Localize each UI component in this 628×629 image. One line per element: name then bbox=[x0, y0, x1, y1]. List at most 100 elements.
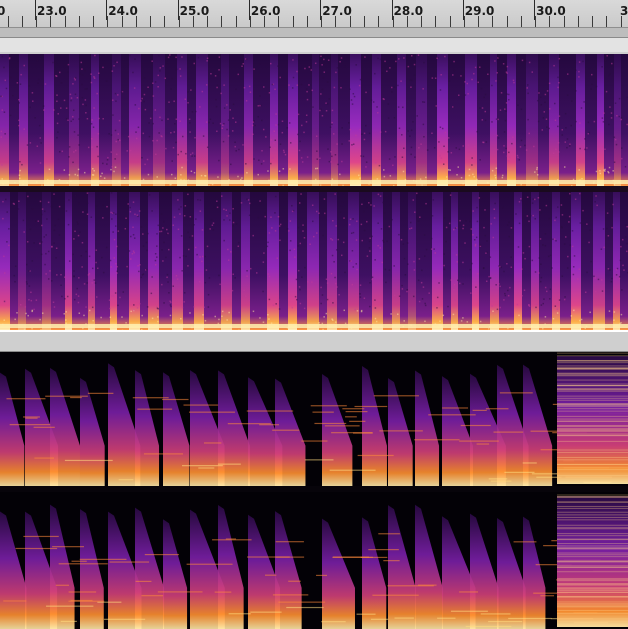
spectrogram-speckle bbox=[249, 267, 252, 270]
spectrogram-speckle bbox=[383, 98, 385, 101]
track-2-channel-left[interactable] bbox=[0, 352, 628, 486]
spectrogram-speckle bbox=[93, 279, 96, 281]
spectrogram-speckle bbox=[180, 206, 182, 208]
track-1-channel-left[interactable] bbox=[0, 54, 628, 186]
spectrogram-speckle bbox=[10, 197, 12, 199]
spectrogram-transient bbox=[0, 192, 10, 330]
track-2-channel-right[interactable] bbox=[0, 492, 628, 629]
spectrogram-speckle bbox=[221, 310, 224, 313]
spectrogram-speckle bbox=[291, 210, 294, 213]
spectrogram-speckle bbox=[68, 156, 70, 158]
spectrogram-speckle bbox=[554, 305, 557, 307]
spectrogram-harmonic bbox=[557, 601, 628, 603]
track-1-spectrogram[interactable] bbox=[0, 52, 628, 332]
spectrogram-speckle bbox=[237, 245, 240, 248]
spectrogram-speckle bbox=[32, 100, 34, 102]
timeline-ruler[interactable]: 0 3 23.0 24.0 25.0 26.0 27.0 28.0 29.0 30.0 bbox=[0, 0, 628, 28]
spectrogram-speckle bbox=[541, 129, 544, 131]
spectrogram-harmonic bbox=[557, 368, 628, 370]
spectrogram-speckle bbox=[432, 199, 435, 201]
spectrogram-speckle bbox=[567, 196, 570, 198]
spectrogram-speckle bbox=[445, 226, 448, 229]
spectrogram-speckle bbox=[133, 309, 135, 311]
spectrogram-speckle bbox=[462, 317, 464, 319]
spectrogram-speckle bbox=[253, 120, 255, 122]
spectrogram-speckle bbox=[612, 203, 614, 206]
spectrogram-speckle bbox=[61, 295, 63, 298]
spectrogram-harmonic bbox=[183, 404, 219, 406]
spectrogram-speckle bbox=[248, 299, 251, 302]
spectrogram-speckle bbox=[363, 138, 366, 141]
spectrogram-speckle bbox=[122, 291, 125, 293]
spectrogram-speckle bbox=[226, 215, 228, 217]
spectrogram-speckle bbox=[439, 89, 442, 91]
spectrogram-speckle bbox=[196, 253, 198, 256]
spectrogram-speckle bbox=[9, 114, 12, 117]
spectrogram-speckle bbox=[503, 270, 505, 273]
spectrogram-speckle bbox=[420, 281, 423, 284]
spectrogram-harmonic bbox=[324, 425, 360, 427]
spectrogram-speckle bbox=[518, 222, 521, 225]
ruler-minor-tick bbox=[207, 16, 208, 27]
spectrogram-speckle bbox=[43, 109, 45, 111]
spectrogram-speckle bbox=[314, 62, 317, 65]
spectrogram-speckle bbox=[110, 192, 113, 194]
spectrogram-speckle bbox=[356, 310, 359, 312]
spectrogram-harmonic bbox=[360, 556, 388, 559]
spectrogram-speckle bbox=[477, 273, 479, 275]
spectrogram-speckle bbox=[552, 317, 555, 320]
spectrogram-speckle bbox=[73, 275, 75, 277]
spectrogram-speckle bbox=[247, 199, 250, 201]
spectrogram-speckle bbox=[501, 174, 504, 177]
spectrogram-speckle bbox=[623, 269, 625, 271]
track-1-channel-right[interactable] bbox=[0, 192, 628, 330]
spectrogram-speckle bbox=[306, 98, 309, 101]
spectrogram-speckle bbox=[359, 293, 361, 295]
spectrogram-speckle bbox=[156, 256, 158, 258]
spectrogram-speckle bbox=[23, 231, 25, 233]
spectrogram-transient bbox=[507, 54, 516, 186]
spectrogram-speckle bbox=[53, 193, 55, 195]
spectrogram-speckle bbox=[3, 272, 6, 274]
spectrogram-speckle bbox=[112, 99, 114, 101]
spectrogram-speckle bbox=[218, 159, 220, 162]
spectrogram-speckle bbox=[205, 121, 208, 123]
spectrogram-speckle bbox=[56, 63, 59, 66]
spectrogram-speckle bbox=[41, 208, 44, 210]
spectrogram-speckle bbox=[238, 148, 240, 151]
spectrogram-speckle bbox=[278, 170, 281, 172]
spectrogram-speckle bbox=[104, 54, 107, 56]
spectrogram-speckle bbox=[472, 234, 474, 236]
track-separator[interactable] bbox=[0, 330, 628, 352]
spectrogram-speckle bbox=[212, 222, 215, 224]
spectrogram-speckle bbox=[493, 208, 495, 211]
spectrogram-speckle bbox=[199, 106, 201, 108]
spectrogram-speckle bbox=[133, 87, 136, 89]
spectrogram-speckle bbox=[223, 107, 226, 109]
spectrogram-harmonic bbox=[557, 474, 628, 476]
spectrogram-speckle bbox=[595, 85, 598, 88]
track-2-spectrogram[interactable] bbox=[0, 352, 628, 629]
spectrogram-speckle bbox=[300, 193, 302, 195]
spectrogram-speckle bbox=[201, 229, 204, 231]
spectrogram-speckle bbox=[555, 148, 557, 151]
spectrogram-speckle bbox=[565, 236, 567, 238]
spectrogram-speckle bbox=[268, 232, 271, 234]
spectrogram-harmonic bbox=[368, 549, 399, 551]
spectrogram-speckle bbox=[140, 276, 143, 279]
spectrogram-speckle bbox=[545, 118, 548, 120]
spectrogram-speckle bbox=[102, 204, 104, 206]
spectrogram-speckle bbox=[141, 314, 143, 317]
spectrogram-harmonic bbox=[557, 420, 628, 422]
spectrogram-speckle bbox=[263, 252, 265, 254]
spectrogram-speckle bbox=[518, 159, 521, 161]
spectrogram-speckle bbox=[386, 70, 388, 73]
spectrogram-speckle bbox=[544, 233, 547, 235]
spectrogram-speckle bbox=[180, 317, 182, 320]
spectrogram-harmonic bbox=[288, 580, 301, 582]
spectrogram-speckle bbox=[410, 129, 413, 132]
spectrogram-speckle bbox=[29, 228, 32, 231]
spectrogram-speckle bbox=[366, 255, 369, 257]
spectrogram-speckle bbox=[564, 296, 566, 298]
spectrogram-speckle bbox=[125, 217, 127, 220]
